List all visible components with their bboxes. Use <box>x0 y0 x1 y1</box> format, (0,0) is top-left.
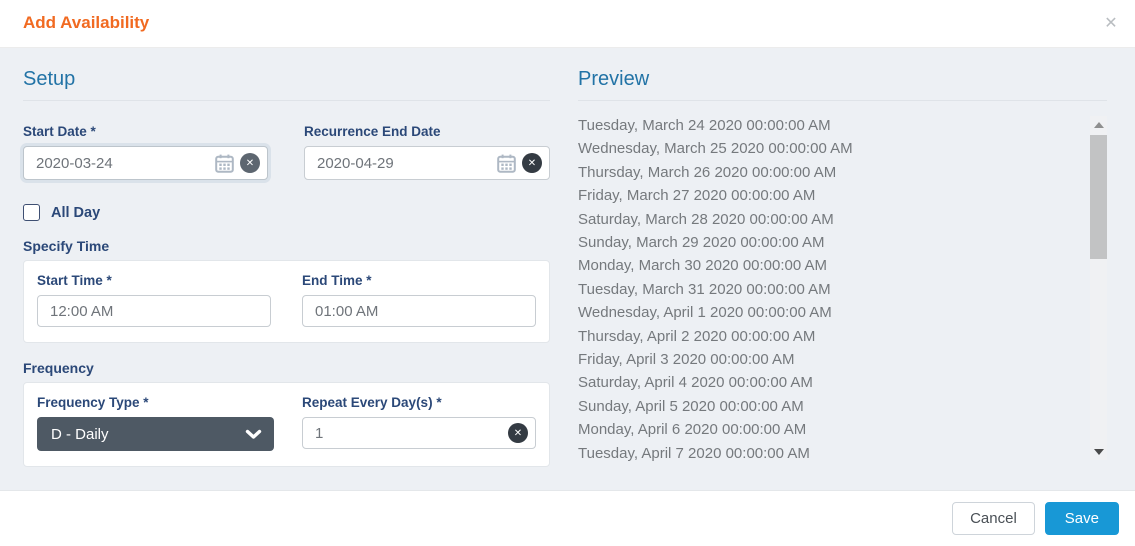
clear-icon[interactable]: ✕ <box>522 153 542 173</box>
all-day-row: All Day <box>23 204 550 221</box>
start-time-field: Start Time * <box>37 273 271 327</box>
preview-date-item: Saturday, April 4 2020 00:00:00 AM <box>578 374 813 392</box>
preview-date-item: Tuesday, March 31 2020 00:00:00 AM <box>578 280 831 298</box>
start-date-input-wrap: ✕ <box>23 146 268 180</box>
start-date-icons: ✕ <box>215 146 260 180</box>
dialog-footer: Cancel Save <box>0 490 1135 546</box>
frequency-type-value: D - Daily <box>51 425 109 443</box>
preview-date-item: Friday, March 27 2020 00:00:00 AM <box>578 187 816 205</box>
preview-heading: Preview <box>578 66 1107 101</box>
preview-date-item: Thursday, April 2 2020 00:00:00 AM <box>578 327 816 345</box>
preview-date-item: Friday, April 3 2020 00:00:00 AM <box>578 351 795 369</box>
scroll-down-icon[interactable] <box>1090 443 1107 460</box>
preview-date-item: Wednesday, March 25 2020 00:00:00 AM <box>578 140 853 158</box>
calendar-icon[interactable] <box>215 154 234 173</box>
preview-date-item: Sunday, April 5 2020 00:00:00 AM <box>578 397 804 415</box>
specify-time-panel: Start Time * End Time * <box>23 260 550 343</box>
preview-date-item: Sunday, March 29 2020 00:00:00 AM <box>578 234 825 252</box>
preview-section: Preview Tuesday, March 24 2020 00:00:00 … <box>578 66 1107 465</box>
preview-date-item: Monday, April 6 2020 00:00:00 AM <box>578 421 807 439</box>
recurrence-end-date-field: Recurrence End Date 2020-04-29 ✕ <box>304 124 550 180</box>
preview-scrollbar[interactable] <box>1090 116 1107 460</box>
repeat-every-icons: ✕ <box>508 417 528 449</box>
dialog-body: Setup Start Date * 2020-03-24 ✕ Recurren… <box>0 48 1135 490</box>
recurrence-end-date-icons: ✕ <box>497 146 542 180</box>
frequency-type-field: Frequency Type * D - Daily <box>37 395 274 451</box>
repeat-every-label: Repeat Every Day(s) * <box>302 395 442 410</box>
preview-date-item: Wednesday, April 1 2020 00:00:00 AM <box>578 304 832 322</box>
all-day-checkbox[interactable] <box>23 204 40 221</box>
recurrence-end-date-input-wrap: ✕ <box>304 146 550 180</box>
dialog-header: Add Availability ✕ <box>0 0 1135 48</box>
frequency-type-select[interactable]: D - Daily <box>37 417 274 451</box>
preview-date-item: Thursday, March 26 2020 00:00:00 AM <box>578 163 837 181</box>
start-time-input[interactable] <box>37 295 271 327</box>
preview-list-wrap: Tuesday, March 24 2020 00:00:00 AM Wedne… <box>578 114 1107 465</box>
preview-date-item: Monday, March 30 2020 00:00:00 AM <box>578 257 828 275</box>
start-date-label: Start Date * <box>23 124 96 139</box>
save-button[interactable]: Save <box>1044 502 1119 535</box>
frequency-type-label: Frequency Type * <box>37 395 149 410</box>
clear-icon[interactable]: ✕ <box>240 153 260 173</box>
close-icon[interactable]: ✕ <box>1099 11 1123 35</box>
end-time-input[interactable] <box>302 295 536 327</box>
frequency-heading: Frequency <box>23 360 94 376</box>
setup-heading: Setup <box>23 66 550 101</box>
preview-date-item: Tuesday, April 7 2020 00:00:00 AM <box>578 444 810 462</box>
start-time-label: Start Time * <box>37 273 112 288</box>
dialog-title: Add Availability <box>23 13 150 32</box>
date-fields-row: Start Date * 2020-03-24 ✕ Recurrence End… <box>23 124 550 180</box>
start-date-field: Start Date * 2020-03-24 ✕ <box>23 124 268 180</box>
time-fields-row: Start Time * End Time * <box>37 273 536 327</box>
preview-list: Tuesday, March 24 2020 00:00:00 AM Wedne… <box>578 114 1079 465</box>
calendar-icon[interactable] <box>497 154 516 173</box>
add-availability-dialog: Add Availability ✕ Setup Start Date * 20… <box>0 0 1135 546</box>
end-time-label: End Time * <box>302 273 372 288</box>
cancel-button[interactable]: Cancel <box>952 502 1035 535</box>
setup-section: Setup Start Date * 2020-03-24 ✕ Recurren… <box>23 66 550 467</box>
chevron-down-icon <box>245 429 262 440</box>
end-time-field: End Time * <box>302 273 536 327</box>
repeat-every-input[interactable] <box>302 417 536 449</box>
repeat-every-input-wrap: ✕ <box>302 417 536 449</box>
scroll-up-icon[interactable] <box>1090 116 1107 133</box>
repeat-every-field: Repeat Every Day(s) * ✕ <box>302 395 536 451</box>
preview-date-item: Tuesday, March 24 2020 00:00:00 AM <box>578 117 831 134</box>
recurrence-end-date-label: Recurrence End Date <box>304 124 441 139</box>
all-day-label: All Day <box>51 204 101 221</box>
preview-date-item: Saturday, March 28 2020 00:00:00 AM <box>578 210 834 228</box>
scrollbar-thumb[interactable] <box>1090 135 1107 259</box>
frequency-fields-row: Frequency Type * D - Daily Repeat Every … <box>37 395 536 451</box>
specify-time-heading: Specify Time <box>23 238 110 254</box>
frequency-panel: Frequency Type * D - Daily Repeat Every … <box>23 382 550 467</box>
clear-icon[interactable]: ✕ <box>508 423 528 443</box>
